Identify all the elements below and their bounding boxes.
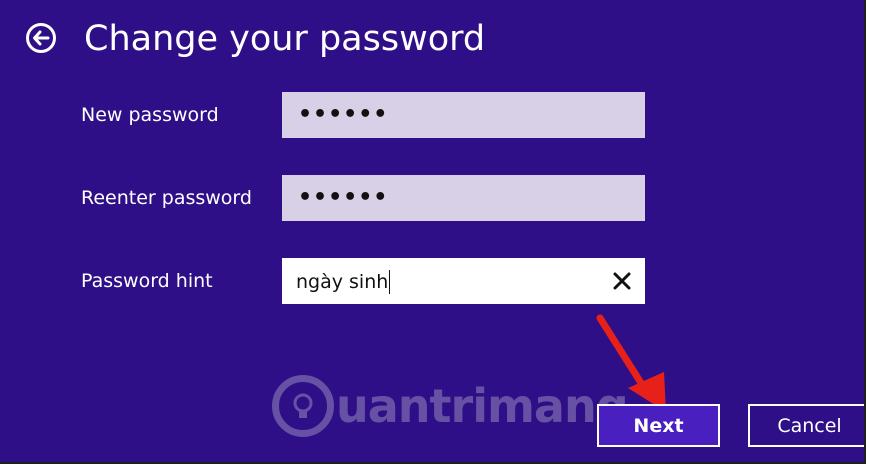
watermark: uantrimang [272,366,629,446]
reenter-password-label: Reenter password [81,187,252,209]
text-caret [389,270,391,294]
lightbulb-icon [272,375,334,437]
cancel-button[interactable]: Cancel [748,404,864,447]
password-hint-field[interactable]: ngày sinh [282,258,645,304]
change-password-dialog: Change your password New password ••••••… [0,0,866,464]
next-button[interactable]: Next [597,404,720,447]
watermark-text: uantrimang [336,379,629,433]
password-hint-value: ngày sinh [296,271,389,293]
password-hint-label: Password hint [81,270,213,292]
page-title: Change your password [84,19,486,59]
new-password-value: •••••• [298,102,389,127]
new-password-label: New password [81,104,219,126]
back-arrow-icon[interactable] [26,23,56,53]
close-icon[interactable] [611,270,633,292]
reenter-password-value: •••••• [298,185,389,210]
new-password-field[interactable]: •••••• [282,92,645,138]
reenter-password-field[interactable]: •••••• [282,175,645,221]
